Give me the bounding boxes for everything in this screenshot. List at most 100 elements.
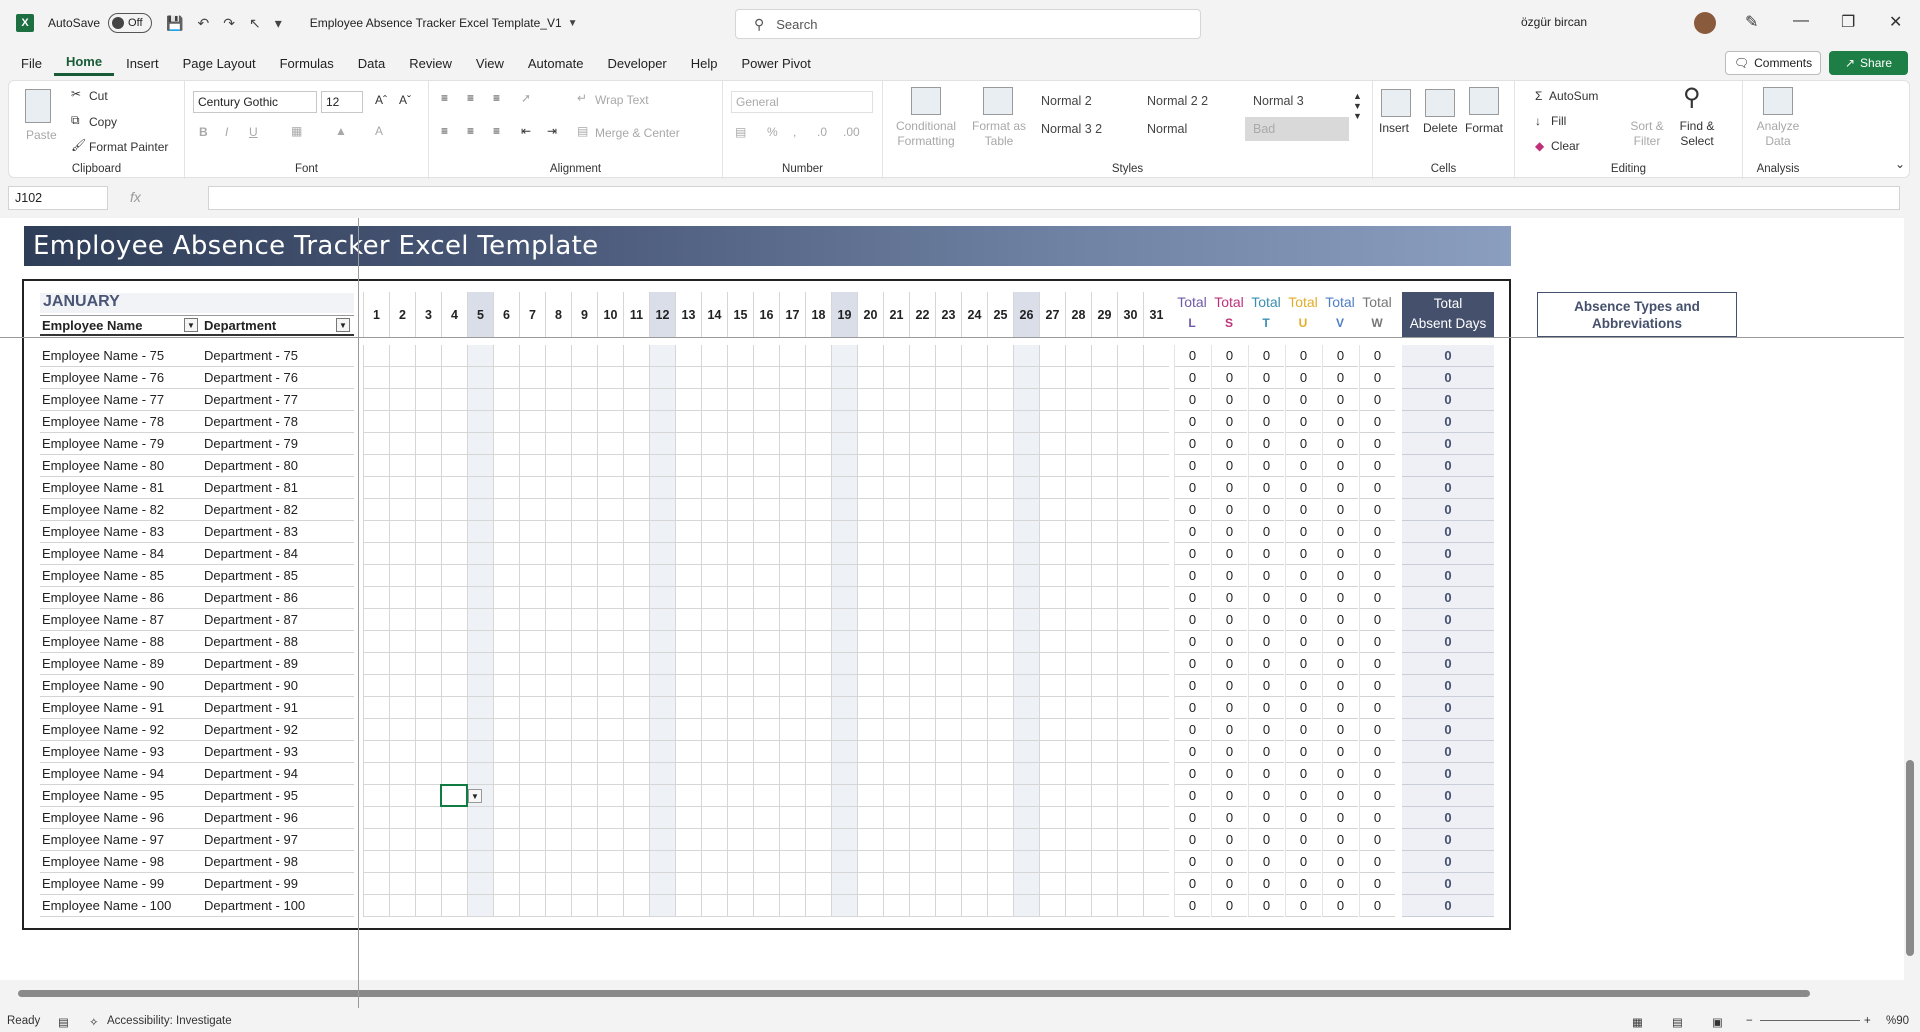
department-cell[interactable]: Department - 79 xyxy=(202,433,354,455)
day-cell[interactable] xyxy=(675,609,701,631)
day-cell[interactable] xyxy=(1091,785,1117,807)
total-u-cell[interactable]: 0 xyxy=(1285,653,1321,675)
day-cell[interactable] xyxy=(441,367,467,389)
total-l-cell[interactable]: 0 xyxy=(1174,345,1210,367)
day-cell[interactable] xyxy=(753,521,779,543)
total-t-cell[interactable]: 0 xyxy=(1248,631,1284,653)
avatar[interactable] xyxy=(1694,12,1716,34)
day-cell[interactable] xyxy=(727,829,753,851)
tab-formulas[interactable]: Formulas xyxy=(268,50,346,76)
employee-name-cell[interactable]: Employee Name - 91 xyxy=(40,697,202,719)
day-cell[interactable] xyxy=(649,587,675,609)
close-icon[interactable]: ✕ xyxy=(1889,12,1902,32)
day-cell[interactable] xyxy=(1117,389,1143,411)
day-cell[interactable] xyxy=(545,565,571,587)
align-bottom-icon[interactable]: ≡ xyxy=(493,91,500,105)
department-cell[interactable]: Department - 81 xyxy=(202,477,354,499)
day-cell[interactable] xyxy=(363,609,389,631)
day-header[interactable]: 8 xyxy=(545,292,571,337)
department-cell[interactable]: Department - 95 xyxy=(202,785,354,807)
day-cell[interactable] xyxy=(883,763,909,785)
day-cell[interactable] xyxy=(389,521,415,543)
day-cell[interactable] xyxy=(753,367,779,389)
day-header[interactable]: 17 xyxy=(779,292,805,337)
day-cell[interactable] xyxy=(597,609,623,631)
day-cell[interactable] xyxy=(467,543,493,565)
day-cell[interactable] xyxy=(961,741,987,763)
day-cell[interactable] xyxy=(753,653,779,675)
total-u-cell[interactable]: 0 xyxy=(1285,873,1321,895)
day-cell[interactable] xyxy=(753,807,779,829)
day-cell[interactable] xyxy=(831,851,857,873)
day-cell[interactable] xyxy=(831,521,857,543)
total-s-cell[interactable]: 0 xyxy=(1211,763,1247,785)
total-v-cell[interactable]: 0 xyxy=(1322,807,1358,829)
day-cell[interactable] xyxy=(623,433,649,455)
total-t-cell[interactable]: 0 xyxy=(1248,499,1284,521)
day-header[interactable]: 5 xyxy=(467,292,493,337)
day-cell[interactable] xyxy=(701,653,727,675)
day-cell[interactable] xyxy=(1091,697,1117,719)
total-s-cell[interactable]: 0 xyxy=(1211,609,1247,631)
day-cell[interactable] xyxy=(389,873,415,895)
day-header[interactable]: 18 xyxy=(805,292,831,337)
day-cell[interactable] xyxy=(753,675,779,697)
total-l-cell[interactable]: 0 xyxy=(1174,785,1210,807)
day-cell[interactable] xyxy=(935,807,961,829)
total-l-cell[interactable]: 0 xyxy=(1174,719,1210,741)
day-cell[interactable] xyxy=(701,719,727,741)
day-cell[interactable] xyxy=(1091,433,1117,455)
day-cell[interactable] xyxy=(727,521,753,543)
day-cell[interactable] xyxy=(831,455,857,477)
day-cell[interactable] xyxy=(519,499,545,521)
day-cell[interactable] xyxy=(1117,719,1143,741)
day-cell[interactable] xyxy=(1091,609,1117,631)
day-cell[interactable] xyxy=(675,565,701,587)
department-cell[interactable]: Department - 94 xyxy=(202,763,354,785)
day-cell[interactable] xyxy=(935,565,961,587)
day-cell[interactable] xyxy=(1091,521,1117,543)
total-absent-days-cell[interactable]: 0 xyxy=(1402,873,1494,895)
total-t-cell[interactable]: 0 xyxy=(1248,433,1284,455)
day-cell[interactable] xyxy=(857,521,883,543)
day-cell[interactable] xyxy=(857,477,883,499)
day-cell[interactable] xyxy=(1013,807,1039,829)
day-cell[interactable] xyxy=(909,829,935,851)
day-cell[interactable] xyxy=(1117,675,1143,697)
day-cell[interactable] xyxy=(753,455,779,477)
day-cell[interactable] xyxy=(987,763,1013,785)
day-cell[interactable] xyxy=(1039,631,1065,653)
total-l-cell[interactable]: 0 xyxy=(1174,521,1210,543)
day-cell[interactable] xyxy=(623,499,649,521)
day-cell[interactable] xyxy=(831,895,857,917)
align-left-icon[interactable]: ≡ xyxy=(441,124,448,138)
day-cell[interactable] xyxy=(1143,785,1169,807)
total-absent-days-cell[interactable]: 0 xyxy=(1402,389,1494,411)
day-cell[interactable] xyxy=(1117,631,1143,653)
day-cell[interactable] xyxy=(675,389,701,411)
day-cell[interactable] xyxy=(597,763,623,785)
employee-name-header[interactable]: Employee Name ▼ xyxy=(40,315,202,336)
day-cell[interactable] xyxy=(909,741,935,763)
day-cell[interactable] xyxy=(701,741,727,763)
day-cell[interactable] xyxy=(1143,829,1169,851)
total-v-cell[interactable]: 0 xyxy=(1322,477,1358,499)
day-cell[interactable] xyxy=(831,653,857,675)
day-cell[interactable] xyxy=(961,895,987,917)
day-header[interactable]: 4 xyxy=(441,292,467,337)
day-cell[interactable] xyxy=(519,807,545,829)
day-cell[interactable] xyxy=(909,653,935,675)
total-l-cell[interactable]: 0 xyxy=(1174,873,1210,895)
day-cell[interactable] xyxy=(597,477,623,499)
copy-button[interactable]: Copy xyxy=(89,115,117,129)
day-header[interactable]: 19 xyxy=(831,292,857,337)
employee-name-cell[interactable]: Employee Name - 77 xyxy=(40,389,202,411)
day-cell[interactable] xyxy=(467,565,493,587)
total-t-cell[interactable]: 0 xyxy=(1248,851,1284,873)
day-cell[interactable] xyxy=(415,455,441,477)
day-cell[interactable] xyxy=(675,719,701,741)
day-cell[interactable] xyxy=(389,697,415,719)
day-cell[interactable] xyxy=(727,411,753,433)
day-cell[interactable] xyxy=(961,851,987,873)
day-cell[interactable] xyxy=(909,697,935,719)
